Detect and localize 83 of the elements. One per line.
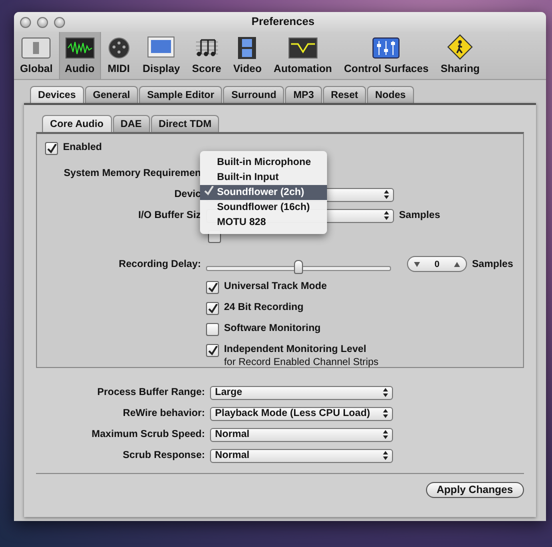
up-down-arrows-icon [384,211,389,220]
toolbar-label: Audio [64,63,95,75]
minimize-button[interactable] [37,16,48,28]
apply-changes-button[interactable]: Apply Changes [426,482,524,498]
toolbar-label: MIDI [108,63,130,75]
midi-port-icon [106,36,131,60]
up-arrow-icon[interactable] [454,262,460,266]
toolbar-item[interactable]: Display [136,32,186,79]
field-label: I/O Buffer Siz [137,210,201,221]
popup-menu[interactable]: Playback Mode (Less CPU Load) [210,406,393,420]
menu-item[interactable]: MOTU 828 [200,215,327,230]
up-down-arrows-icon [384,190,389,199]
unit-label: Samples [472,258,514,270]
toolbar-label: Display [142,63,180,75]
toolbar-item[interactable]: Control Surfaces [338,32,435,79]
field-label: Process Buffer Range: [96,387,205,398]
tab[interactable]: MP3 [285,86,322,103]
popup-menu[interactable]: Large [210,386,393,400]
unit-label: Samples [399,210,440,221]
pedestrian-sign-icon [447,34,474,60]
popup-menu[interactable]: Normal [210,428,393,442]
checkbox-label: Software Monitoring [224,323,321,334]
window-title: Preferences [252,16,314,28]
monitor-icon [146,36,176,60]
menu-item[interactable]: Built-in Input [200,170,327,185]
tab[interactable]: Reset [322,86,366,103]
mixer-faders-icon [372,36,400,60]
film-strip-icon [236,36,258,60]
menu-item[interactable]: Soundflower (16ch) [200,200,327,215]
checkbox[interactable] [206,323,219,336]
toolbar-item[interactable]: Video [227,32,268,79]
field-label: ReWire behavior: [122,408,205,419]
note-text: for Record Enabled Channel Strips [224,357,379,368]
field-label: Devic [173,189,201,200]
toolbar-item[interactable]: MIDI [100,32,137,79]
tab[interactable]: General [84,86,138,103]
checkbox-label: Universal Track Mode [224,281,327,292]
toolbar-label: Video [233,63,262,75]
toolbar-label: Score [192,63,222,75]
checkbox-label: Independent Monitoring Level [224,344,368,355]
stepper-value: 0 [434,259,440,269]
toolbar-label: Automation [274,63,332,75]
toolbar-label: Sharing [440,63,480,75]
toolbar-item[interactable]: Sharing [434,32,486,79]
menu-item[interactable]: Built-in Microphone [200,155,327,170]
menu-item[interactable]: Soundflower (2ch) [200,185,327,200]
toolbar-label: Control Surfaces [344,63,429,75]
field-label: Maximum Scrub Speed: [90,429,205,440]
field-label: System Memory Requiremen [62,168,201,179]
tab[interactable]: Nodes [367,86,414,103]
close-button[interactable] [20,16,31,28]
down-arrow-icon[interactable] [414,262,420,266]
up-down-arrows-icon [383,430,388,439]
field-label: Recording Delay: [118,258,201,270]
zoom-button[interactable] [54,16,65,28]
waveform-icon [64,36,95,60]
checkbox[interactable] [206,281,219,294]
slider-thumb[interactable] [294,260,302,274]
checkbox[interactable] [45,142,58,155]
tab[interactable]: Core Audio [42,115,112,132]
checkbox[interactable] [206,344,219,357]
up-down-arrows-icon [383,409,388,418]
checkbox-label: Enabled [63,142,102,153]
automation-curve-icon [288,36,318,60]
checkmark-icon [204,186,214,196]
checkbox[interactable] [206,302,219,315]
tab[interactable]: Devices [30,86,84,103]
tab[interactable]: Surround [223,86,284,103]
checkbox-label: 24 Bit Recording [224,302,304,313]
popup-menu[interactable]: Normal [210,448,393,462]
number-stepper[interactable]: 0 [407,256,467,272]
toolbar-item[interactable]: Score [186,32,228,79]
up-down-arrows-icon [383,388,388,397]
tab[interactable]: Sample Editor [139,86,222,103]
tab[interactable]: DAE [112,115,150,132]
switch-icon [21,36,52,60]
toolbar-item[interactable]: Global [14,32,59,79]
field-label: Scrub Response: [122,450,205,461]
toolbar-label: Global [20,63,53,75]
up-down-arrows-icon [383,451,388,460]
tab[interactable]: Direct TDM [150,115,220,132]
toolbar-item[interactable]: Audio [58,32,101,79]
toolbar-item[interactable]: Automation [268,32,338,79]
